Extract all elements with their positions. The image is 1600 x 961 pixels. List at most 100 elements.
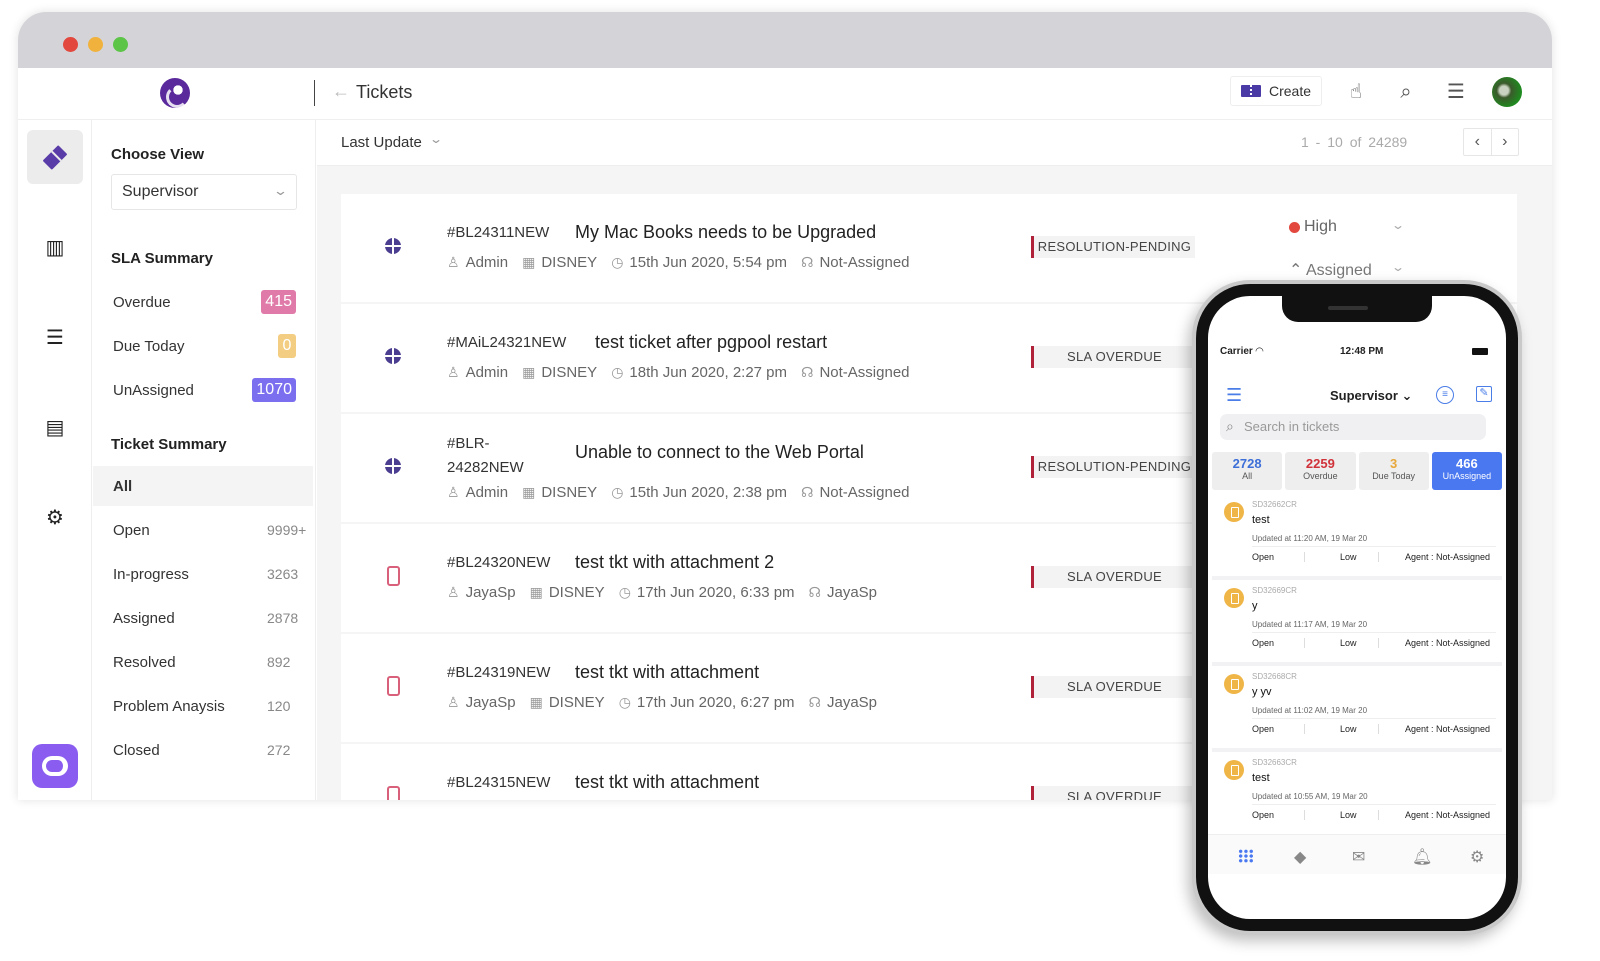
ticket-summary-item-open[interactable]: Open 9999+ — [93, 510, 316, 550]
gear-icon[interactable]: ⚙ — [1470, 847, 1484, 867]
sla-item-due-today[interactable]: Due Today 0 — [93, 326, 316, 366]
phone-ticket-card[interactable]: SD32662CR test Updated at 11:20 AM, 19 M… — [1212, 494, 1502, 576]
phone-ticket-updated: Updated at 11:17 AM, 19 Mar 20 — [1252, 620, 1368, 629]
phone-ticket-card[interactable]: SD32668CR y yv Updated at 11:02 AM, 19 M… — [1212, 666, 1502, 748]
phone-ticket-meta: Open Low Agent : Not-Assigned — [1252, 546, 1496, 562]
brand-a-icon[interactable] — [32, 744, 78, 788]
sla-count-badge: 0 — [278, 334, 296, 358]
ticket-subject[interactable]: test tkt with attachment — [575, 662, 759, 683]
divider — [1304, 724, 1305, 734]
ticket-subject[interactable]: test tkt with attachment 2 — [575, 552, 774, 573]
ticket-icon[interactable]: ◆ — [1294, 847, 1306, 867]
phone-header: ☰ Supervisor ⌄ ≡ ✎ — [1208, 384, 1506, 408]
chevron-down-icon: ⌄ — [272, 183, 289, 198]
sla-item-label: Overdue — [113, 293, 171, 311]
tab-label: UnAssigned — [1442, 471, 1492, 481]
ticket-subject[interactable]: Unable to connect to the Web Portal — [575, 442, 864, 463]
ticket-subject[interactable]: My Mac Books needs to be Upgraded — [575, 222, 876, 243]
ticket-id[interactable]: #MAiL24321NEW — [447, 334, 566, 351]
phone-tab-overdue[interactable]: 2259 Overdue — [1285, 452, 1356, 490]
chevron-down-icon[interactable]: ⌄ — [1391, 218, 1405, 232]
mobile-icon — [1224, 674, 1244, 694]
arrow-left-icon[interactable]: ← — [332, 81, 350, 102]
view-select[interactable]: Supervisor ⌄ — [111, 174, 297, 210]
ticket-summary-label: Open — [113, 521, 150, 539]
phone-ticket-subject: y — [1252, 600, 1258, 612]
ticket-id[interactable]: #BL24320NEW — [447, 554, 557, 571]
create-button-label: Create — [1268, 83, 1312, 99]
ticket-summary-heading: Ticket Summary — [111, 436, 227, 453]
sort-bar: Last Update ⌄ 1 - 10 of 24289 ‹ › — [317, 120, 1552, 166]
phone-tab-due-today[interactable]: 3 Due Today — [1358, 452, 1429, 490]
phone-ticket-id: SD32662CR — [1252, 500, 1297, 509]
filter-icon[interactable]: ≡ — [1436, 386, 1454, 404]
phone-bottom-nav: ◆ ✉ 🔔︎ ⚙ — [1208, 834, 1506, 874]
sla-item-overdue[interactable]: Overdue 415 — [93, 282, 316, 322]
sla-count-badge: 1070 — [252, 378, 296, 402]
touch-icon[interactable]: ☝ — [1344, 80, 1368, 104]
mail-icon[interactable]: ✉ — [1352, 847, 1365, 867]
chevron-down-icon[interactable]: ⌄ — [429, 132, 443, 146]
ticket-summary-label: All — [113, 477, 133, 495]
rail-item-settings[interactable]: ⚙ — [27, 490, 83, 544]
report-icon: ▤ — [45, 416, 65, 439]
assign-dropdown[interactable]: ⌃ Assigned — [1289, 260, 1372, 280]
rail-item-tickets[interactable] — [27, 130, 83, 184]
ticket-id[interactable]: #BL24315NEW — [447, 774, 557, 791]
user-avatar[interactable] — [1492, 77, 1522, 107]
phone-tab-unassigned[interactable]: 466 UnAssigned — [1431, 452, 1502, 490]
sort-dropdown[interactable]: Last Update — [341, 134, 422, 151]
priority-dropdown[interactable]: High — [1289, 218, 1337, 236]
ticket-summary-item-assigned[interactable]: Assigned 2878 — [93, 598, 316, 638]
hamburger-menu-icon[interactable]: ☰ — [1226, 386, 1242, 404]
phone-ticket-card[interactable]: SD32669CR y Updated at 11:17 AM, 19 Mar … — [1212, 580, 1502, 662]
ticket-id[interactable]: #BL24319NEW — [447, 664, 557, 681]
ticket-id[interactable]: #BL24311NEW — [447, 224, 557, 241]
status-badge: SLA OVERDUE — [1031, 566, 1195, 588]
ticket-summary-item-closed[interactable]: Closed 272 — [93, 730, 316, 770]
compose-icon[interactable]: ✎ — [1476, 386, 1492, 402]
menu-icon[interactable]: ☰ — [1444, 80, 1468, 104]
minimize-window-button[interactable] — [88, 37, 103, 52]
divider — [314, 80, 315, 106]
ticket-summary-label: Assigned — [113, 609, 175, 627]
phone-ticket-list: SD32662CR test Updated at 11:20 AM, 19 M… — [1212, 494, 1502, 838]
phone-ticket-status: Open — [1252, 638, 1275, 648]
maximize-window-button[interactable] — [113, 37, 128, 52]
ticket-requester: JayaSp — [465, 584, 516, 601]
ticket-requester: Admin — [465, 364, 509, 381]
phone-view-select[interactable]: Supervisor ⌄ — [1330, 388, 1412, 404]
chevron-down-icon[interactable]: ⌄ — [1391, 260, 1405, 274]
sla-item-unassigned[interactable]: UnAssigned 1070 — [93, 370, 316, 410]
bell-icon[interactable]: 🔔︎ — [1412, 847, 1432, 867]
ticket-summary-item-all[interactable]: All — [93, 466, 313, 506]
ticket-subject[interactable]: test ticket after pgpool restart — [595, 332, 827, 353]
create-button[interactable]: Create — [1230, 76, 1322, 106]
ticket-id[interactable]: #BLR-24282NEW — [447, 432, 537, 480]
rail-item-list[interactable]: ☰ — [27, 310, 83, 364]
ticket-summary-item-resolved[interactable]: Resolved 892 — [93, 642, 316, 682]
phone-search-input[interactable]: Search in tickets — [1220, 413, 1486, 440]
rail-item-knowledge-base[interactable]: ▥ — [27, 220, 83, 274]
phone-tab-all[interactable]: 2728 All — [1212, 452, 1283, 490]
prev-page-button[interactable]: ‹ — [1464, 129, 1492, 155]
next-page-button[interactable]: › — [1492, 129, 1519, 155]
user-icon: ♙ — [447, 584, 460, 600]
ticket-agent: Not-Assigned — [819, 484, 910, 501]
rail-item-reports[interactable]: ▤ — [27, 400, 83, 454]
phone-ticket-id: SD32668CR — [1252, 672, 1297, 681]
phone-ticket-updated: Updated at 11:20 AM, 19 Mar 20 — [1252, 534, 1368, 543]
ticket-summary-item-in-progress[interactable]: In-progress 3263 — [93, 554, 316, 594]
status-badge: RESOLUTION-PENDING — [1031, 236, 1195, 258]
phone-ticket-agent: Agent : Not-Assigned — [1405, 638, 1491, 648]
grid-icon[interactable] — [1238, 849, 1254, 863]
phone-ticket-card[interactable]: SD32663CR test Updated at 10:55 AM, 19 M… — [1212, 752, 1502, 834]
app-logo[interactable] — [160, 78, 190, 108]
status-badge: RESOLUTION-PENDING — [1031, 456, 1195, 478]
ticket-org: DISNEY — [541, 484, 598, 501]
ticket-summary-item-problem-analysis[interactable]: Problem Anaysis 120 — [93, 686, 316, 726]
ticket-subject[interactable]: test tkt with attachment — [575, 772, 759, 793]
search-icon[interactable]: ⌕ — [1394, 80, 1418, 104]
phone-ticket-priority: Low — [1340, 724, 1357, 734]
close-window-button[interactable] — [63, 37, 78, 52]
